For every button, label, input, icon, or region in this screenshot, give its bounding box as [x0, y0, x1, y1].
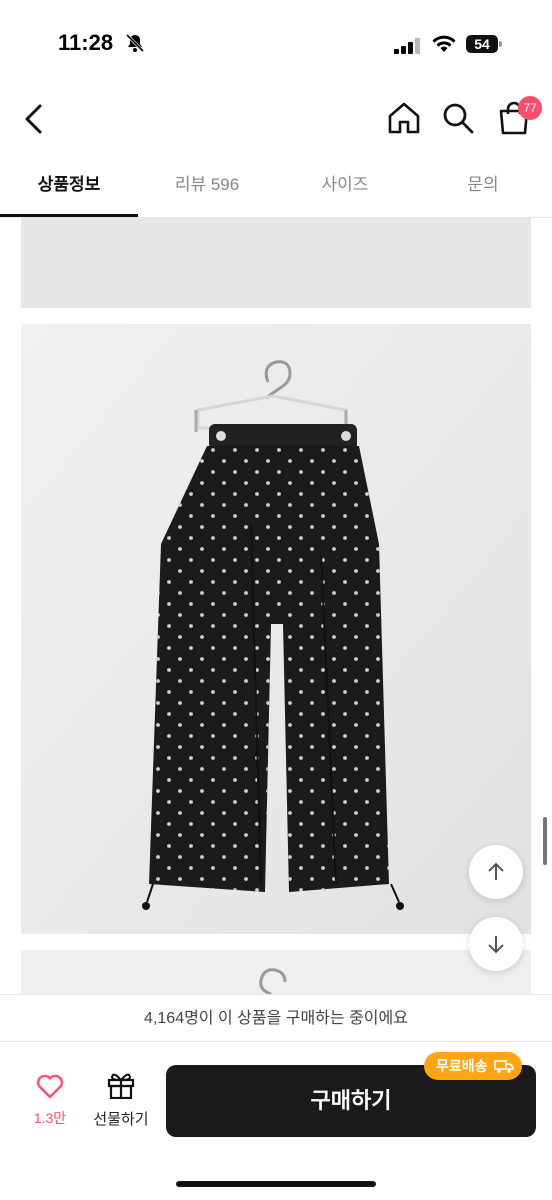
- scroll-to-top-button[interactable]: [469, 845, 523, 899]
- status-bar: 11:28 54: [0, 0, 552, 90]
- arrow-up-icon: [488, 862, 504, 880]
- heart-icon: [36, 1074, 64, 1099]
- battery-icon: 54: [466, 35, 502, 53]
- arrow-down-icon: [488, 936, 504, 954]
- status-time: 11:28: [58, 30, 114, 55]
- bottom-action-bar: 1.3만 선물하기 구매하기 무료배송: [0, 1043, 552, 1200]
- tab-product-info[interactable]: 상품정보: [0, 160, 138, 217]
- tab-reviews[interactable]: 리뷰 596: [138, 160, 276, 217]
- top-navigation: 77: [0, 90, 552, 152]
- like-button[interactable]: 1.3만: [22, 1073, 78, 1133]
- product-image-pants: [21, 324, 531, 934]
- wifi-icon: [432, 35, 456, 52]
- battery-level: 54: [466, 35, 498, 53]
- product-image-next: [21, 950, 531, 994]
- signal-icon: [394, 38, 420, 54]
- like-count: 1.3만: [33, 1110, 67, 1126]
- cart-count-badge: 77: [518, 96, 542, 120]
- free-shipping-badge: 무료배송: [424, 1052, 522, 1080]
- free-shipping-label: 무료배송: [436, 1058, 488, 1074]
- back-arrow-icon[interactable]: [18, 100, 50, 138]
- gift-button[interactable]: 선물하기: [88, 1071, 154, 1133]
- gift-label: 선물하기: [93, 1111, 149, 1128]
- truck-icon: [493, 1060, 514, 1073]
- home-indicator: [176, 1181, 376, 1187]
- product-tabs: 상품정보 리뷰 596 사이즈 문의: [0, 160, 552, 218]
- search-icon[interactable]: [440, 100, 476, 136]
- scrollbar[interactable]: [543, 817, 547, 865]
- home-icon[interactable]: [386, 100, 422, 136]
- bell-off-icon: [125, 33, 145, 53]
- scroll-to-bottom-button[interactable]: [469, 917, 523, 971]
- product-image-top: [21, 218, 531, 308]
- tab-size[interactable]: 사이즈: [276, 160, 414, 217]
- purchase-activity-notice: 4,164명이 이 상품을 구매하는 중이에요: [0, 994, 552, 1042]
- tab-inquiry[interactable]: 문의: [414, 160, 552, 217]
- gift-icon: [107, 1073, 135, 1100]
